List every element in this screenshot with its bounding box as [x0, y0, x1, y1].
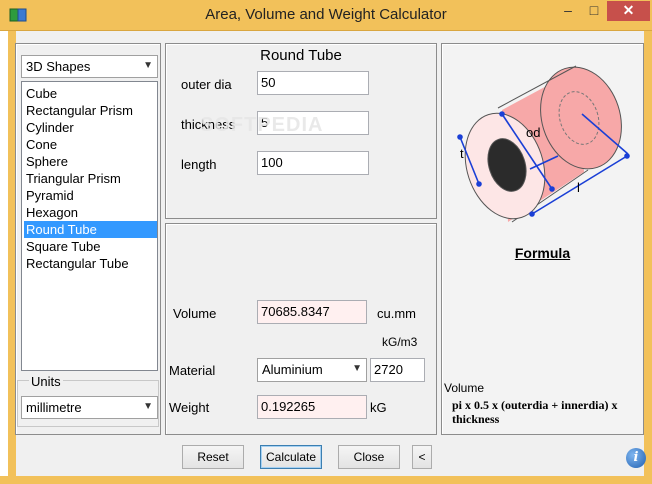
diagram-label-l: l [577, 180, 580, 195]
outer-dia-input[interactable]: 50 [257, 71, 369, 95]
reset-button[interactable]: Reset [182, 445, 244, 469]
chevron-down-icon: ▼ [143, 401, 153, 412]
density-unit: kG/m3 [382, 335, 418, 349]
list-item[interactable]: Hexagon [24, 204, 157, 221]
weight-output[interactable]: 0.192265 [257, 395, 367, 419]
shape-title: Round Tube [260, 47, 342, 64]
chevron-down-icon: ▼ [143, 60, 153, 71]
units-label: Units [29, 374, 63, 389]
shape-list[interactable]: Cube Rectangular Prism Cylinder Cone Sph… [21, 81, 158, 371]
shape-category-value: 3D Shapes [26, 59, 91, 74]
formula-text: pi x 0.5 x (outerdia + innerdia) x thick… [452, 398, 618, 426]
calculate-button[interactable]: Calculate [260, 445, 322, 469]
list-item[interactable]: Cone [24, 136, 157, 153]
weight-unit: kG [370, 400, 387, 415]
info-icon[interactable]: i [626, 448, 646, 468]
shape-category-select[interactable]: 3D Shapes ▼ [21, 55, 158, 78]
round-tube-diagram: t od l [457, 65, 630, 223]
list-item-selected[interactable]: Round Tube [24, 221, 157, 238]
tube-shape [464, 65, 622, 223]
density-input[interactable]: 2720 [370, 358, 425, 382]
back-button[interactable]: < [412, 445, 432, 469]
chevron-down-icon: ▼ [352, 363, 362, 374]
close-button[interactable]: Close [338, 445, 400, 469]
units-select[interactable]: millimetre ▼ [21, 396, 158, 419]
formula-heading: Formula [514, 245, 571, 261]
material-select[interactable]: Aluminium ▼ [257, 358, 367, 382]
units-value: millimetre [26, 400, 82, 415]
list-item[interactable]: Rectangular Tube [24, 255, 157, 272]
material-label: Material [169, 363, 216, 378]
watermark: SOFTPEDIA [200, 114, 324, 136]
diagram-label-od: od [526, 125, 540, 140]
list-item[interactable]: Cylinder [24, 119, 157, 136]
minimize-button[interactable]: – [555, 1, 581, 21]
list-item[interactable]: Triangular Prism [24, 170, 157, 187]
outer-dia-label: outer dia [181, 77, 232, 92]
material-value: Aluminium [262, 362, 323, 377]
maximize-button[interactable]: □ [581, 1, 607, 21]
volume-output[interactable]: 70685.8347 [257, 300, 367, 324]
window-frame [0, 476, 652, 484]
list-item[interactable]: Sphere [24, 153, 157, 170]
weight-label: Weight [169, 400, 210, 415]
volume-label: Volume [173, 306, 217, 321]
length-label: length [181, 157, 217, 172]
list-item[interactable]: Square Tube [24, 238, 157, 255]
diagram-label-t: t [460, 146, 464, 161]
window-frame [644, 31, 652, 484]
list-item[interactable]: Rectangular Prism [24, 102, 157, 119]
close-window-button[interactable]: ✕ [607, 1, 650, 21]
formula-type: Volume [444, 381, 485, 395]
volume-unit: cu.mm [377, 306, 416, 321]
length-input[interactable]: 100 [257, 151, 369, 175]
list-item[interactable]: Pyramid [24, 187, 157, 204]
list-item[interactable]: Cube [24, 85, 157, 102]
